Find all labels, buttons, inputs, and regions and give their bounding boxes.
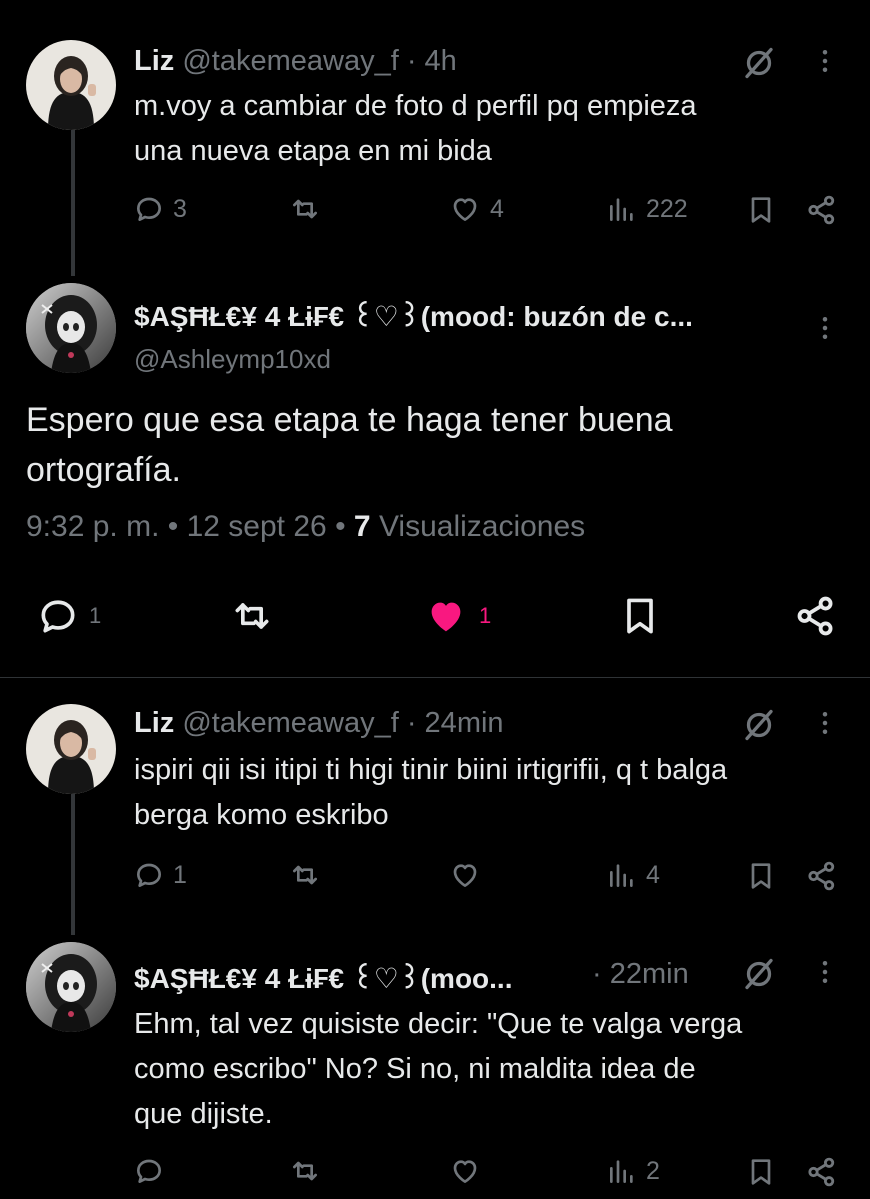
avatar[interactable] xyxy=(26,40,116,130)
tweet-header: $AŞĦŁ€¥ 4 Łɨ₣€ ꒰♡꒱(moo... xyxy=(134,958,513,996)
views-icon xyxy=(606,193,638,225)
more-icon[interactable] xyxy=(810,706,840,740)
tweet-time[interactable]: · 24min xyxy=(407,707,504,739)
like-button[interactable] xyxy=(448,1155,482,1187)
avatar[interactable] xyxy=(26,283,116,373)
share-icon[interactable] xyxy=(805,193,839,227)
retweet-icon[interactable] xyxy=(228,594,276,638)
like-icon xyxy=(421,593,471,639)
tweet-text: m.voy a cambiar de foto d perfil pq empi… xyxy=(134,90,697,167)
bookmark-icon[interactable] xyxy=(745,1155,777,1189)
author-handle[interactable]: @Ashleymp10xd xyxy=(134,344,331,375)
reply-icon xyxy=(35,594,81,638)
views-icon xyxy=(606,1155,638,1187)
like-icon xyxy=(448,859,482,891)
tweet-meta: 9:32 p. m. • 12 sept 26 • 7 Visualizacio… xyxy=(26,510,586,543)
tweet-time[interactable]: 9:32 p. m. xyxy=(26,510,159,543)
like-button[interactable] xyxy=(448,859,482,891)
grok-icon[interactable] xyxy=(741,45,777,81)
bookmark-icon[interactable] xyxy=(745,859,777,893)
author-name[interactable]: Liz xyxy=(134,45,174,77)
more-icon[interactable] xyxy=(810,44,840,78)
share-icon[interactable] xyxy=(805,859,839,893)
reply-button[interactable]: 1 xyxy=(133,859,187,891)
author-name[interactable]: Liz xyxy=(134,707,174,739)
author-handle[interactable]: @takemeaway_f xyxy=(182,45,398,77)
retweet-button[interactable] xyxy=(288,859,322,891)
reply-icon xyxy=(133,193,165,225)
tweet-text: Ehm, tal vez quisiste decir: "Que te val… xyxy=(134,1008,743,1130)
retweet-button[interactable] xyxy=(288,193,322,225)
views-button[interactable]: 2 xyxy=(606,1155,660,1187)
bookmark-icon[interactable] xyxy=(745,193,777,227)
tweet-time[interactable]: · 22min xyxy=(592,958,689,991)
retweet-button[interactable] xyxy=(288,1155,322,1187)
author-name[interactable]: $AŞĦŁ€¥ 4 Łɨ₣€ ꒰♡꒱(moo... xyxy=(134,963,513,994)
reply-button[interactable]: 3 xyxy=(133,193,187,225)
retweet-icon xyxy=(288,1155,322,1187)
views-button[interactable]: 4 xyxy=(606,859,660,891)
views-label: Visualizaciones xyxy=(378,510,586,543)
thread-line xyxy=(71,128,75,276)
reply-icon xyxy=(133,1155,165,1187)
like-button[interactable]: 4 xyxy=(448,193,504,225)
share-icon[interactable] xyxy=(793,593,839,639)
tweet-header: Liz @takemeaway_f · 24min xyxy=(134,707,504,740)
author-name[interactable]: $AŞĦŁ€¥ 4 Łɨ₣€ ꒰♡꒱(mood: buzón de c... xyxy=(134,296,693,333)
reply-button[interactable] xyxy=(133,1155,165,1187)
views-count: 7 xyxy=(353,510,371,543)
tweet-header: Liz @takemeaway_f · 4h xyxy=(134,45,457,78)
like-button[interactable]: 1 xyxy=(421,593,491,639)
grok-icon[interactable] xyxy=(741,707,777,743)
like-icon xyxy=(448,193,482,225)
tweet-text: ispiri qii isi itipi ti higi tinir biini… xyxy=(134,754,728,831)
divider xyxy=(0,677,870,678)
retweet-icon xyxy=(288,859,322,891)
author-handle[interactable]: @takemeaway_f xyxy=(182,707,398,739)
views-button[interactable]: 222 xyxy=(606,193,688,225)
like-icon xyxy=(448,1155,482,1187)
views-icon xyxy=(606,859,638,891)
tweet-time[interactable]: · 4h xyxy=(407,45,457,77)
grok-icon[interactable] xyxy=(741,956,777,992)
more-icon[interactable] xyxy=(810,311,840,345)
reply-button[interactable]: 1 xyxy=(35,594,101,638)
avatar[interactable] xyxy=(26,942,116,1032)
reply-icon xyxy=(133,859,165,891)
more-icon[interactable] xyxy=(810,955,840,989)
bookmark-icon[interactable] xyxy=(618,593,662,639)
tweet-text: Espero que esa etapa te haga tener buena… xyxy=(26,401,673,489)
retweet-icon xyxy=(288,193,322,225)
avatar[interactable] xyxy=(26,704,116,794)
share-icon[interactable] xyxy=(805,1155,839,1189)
tweet-date[interactable]: 12 sept 26 xyxy=(187,510,327,543)
thread-line xyxy=(71,793,75,935)
